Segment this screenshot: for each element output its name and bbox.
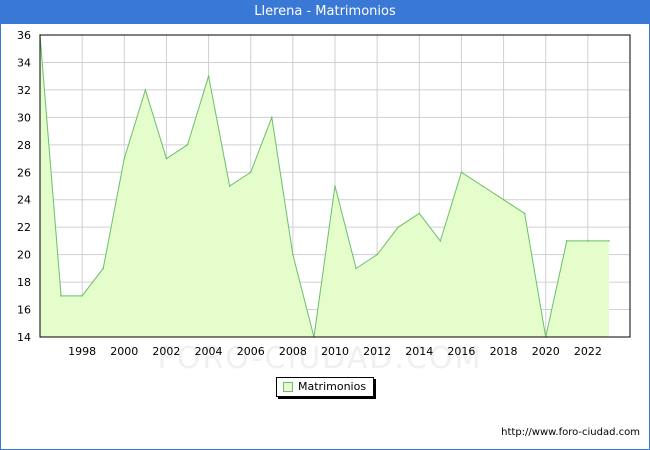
data-point: [207, 75, 210, 77]
x-tick-label: 2020: [532, 345, 560, 358]
data-point: [565, 240, 568, 242]
data-point: [587, 240, 589, 242]
data-point: [608, 240, 610, 242]
x-tick-label: 2008: [279, 345, 307, 358]
y-tick-label: 16: [17, 304, 31, 317]
y-tick-label: 24: [17, 194, 31, 207]
data-point: [165, 157, 168, 160]
x-tick-label: 2000: [110, 345, 138, 358]
data-point: [460, 171, 463, 174]
data-point: [186, 144, 189, 146]
data-point: [144, 89, 147, 91]
y-tick-label: 20: [17, 249, 31, 262]
y-tick-label: 14: [17, 331, 31, 344]
x-tick-label: 2018: [490, 345, 518, 358]
x-tick-label: 2022: [574, 345, 602, 358]
y-axis: 14 16 18 20 22 24 26 28 30 32 34 36: [17, 29, 31, 344]
footer-url[interactable]: http://www.foro-ciudad.com: [501, 427, 640, 438]
legend-swatch: [283, 382, 293, 392]
data-point: [355, 267, 357, 270]
y-tick-label: 22: [17, 221, 31, 234]
x-tick-label: 2006: [237, 345, 265, 358]
y-tick-label: 30: [17, 111, 31, 124]
legend-label: Matrimonios: [298, 380, 367, 393]
data-point: [481, 185, 484, 187]
data-point: [270, 116, 273, 119]
data-point: [292, 253, 294, 256]
data-point: [397, 226, 400, 228]
y-tick-label: 34: [17, 56, 31, 69]
y-tick-label: 28: [17, 139, 31, 152]
x-tick-label: 2016: [447, 345, 475, 358]
x-tick-label: 2004: [195, 345, 223, 358]
data-point: [439, 240, 442, 242]
data-point: [60, 295, 62, 297]
data-point: [249, 171, 252, 174]
y-tick-label: 18: [17, 276, 31, 289]
data-point: [523, 212, 526, 215]
x-tick-label: 2012: [363, 345, 391, 358]
data-point: [418, 212, 421, 215]
x-tick-label: 2014: [405, 345, 433, 358]
y-tick-label: 32: [17, 84, 31, 97]
data-point: [123, 157, 126, 160]
data-point: [81, 295, 83, 297]
x-tick-label: 2010: [321, 345, 349, 358]
y-tick-label: 36: [17, 29, 31, 42]
data-point: [102, 267, 105, 270]
data-point: [228, 185, 231, 187]
x-tick-label: 1998: [68, 345, 96, 358]
data-point: [502, 198, 505, 201]
x-tick-label: 2002: [152, 345, 180, 358]
legend: Matrimonios: [276, 377, 374, 397]
data-point: [334, 185, 336, 187]
x-axis: 1998 2000 2002 2004 2006 2008 2010 2012 2014 2016…: [68, 345, 602, 358]
data-point: [376, 253, 378, 256]
y-tick-label: 26: [17, 166, 31, 179]
